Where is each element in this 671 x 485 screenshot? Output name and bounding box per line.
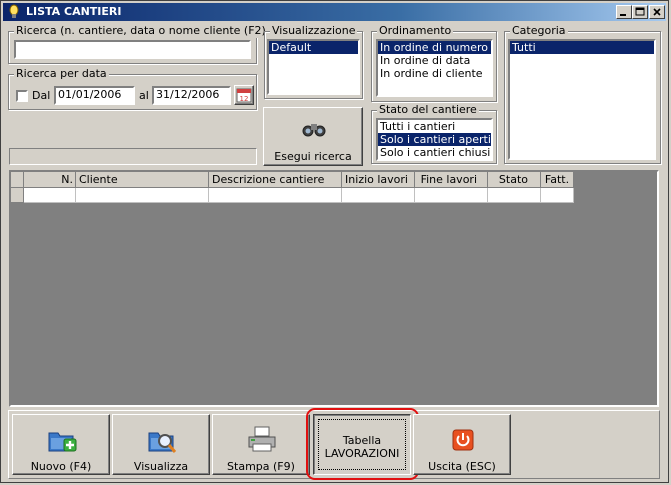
state-list[interactable]: Tutti i cantieri Solo i cantieri aperti … bbox=[376, 118, 493, 161]
exit-button-label: Uscita (ESC) bbox=[428, 460, 496, 473]
category-item[interactable]: Tutti bbox=[510, 41, 654, 54]
category-list[interactable]: Tutti bbox=[508, 39, 656, 160]
power-icon bbox=[452, 429, 474, 451]
main-window: LISTA CANTIERI Ricerca (n. cantiere, dat… bbox=[0, 0, 669, 483]
close-button[interactable] bbox=[649, 5, 665, 19]
lavorazioni-line2: LAVORAZIONI bbox=[324, 447, 400, 460]
table-cell[interactable] bbox=[342, 188, 415, 203]
category-legend: Categoria bbox=[510, 24, 568, 38]
row-selector[interactable] bbox=[11, 188, 24, 203]
state-legend: Stato del cantiere bbox=[377, 103, 479, 117]
date-from-field[interactable]: 01/01/2006 bbox=[54, 86, 135, 105]
maximize-button[interactable] bbox=[632, 5, 648, 19]
run-search-button[interactable]: Esegui ricerca bbox=[263, 107, 363, 166]
view-legend: Visualizzazione bbox=[270, 24, 358, 38]
al-label: al bbox=[139, 89, 149, 102]
order-item[interactable]: In ordine di numero bbox=[378, 41, 491, 54]
table-cell[interactable] bbox=[415, 188, 488, 203]
lavorazioni-table-button[interactable]: Tabella LAVORAZIONI bbox=[313, 414, 411, 475]
calendar-number: 12 bbox=[240, 95, 249, 103]
column-header-inizio[interactable]: Inizio lavori bbox=[342, 172, 415, 188]
calendar-icon: 12 bbox=[236, 88, 252, 103]
print-button-label: Stampa (F9) bbox=[227, 460, 295, 473]
lavorazioni-line1: Tabella bbox=[342, 434, 382, 447]
column-header-n[interactable]: N. bbox=[24, 172, 76, 188]
binoculars-icon bbox=[302, 124, 326, 137]
calendar-button[interactable]: 12 bbox=[234, 85, 254, 105]
table-cell[interactable] bbox=[76, 188, 209, 203]
close-icon bbox=[653, 8, 661, 16]
column-header-stato[interactable]: Stato bbox=[488, 172, 541, 188]
state-item[interactable]: Tutti i cantieri bbox=[378, 120, 491, 133]
date-to-field[interactable]: 31/12/2006 bbox=[152, 86, 231, 105]
view-item[interactable]: Default bbox=[269, 41, 358, 54]
table-cell[interactable] bbox=[24, 188, 76, 203]
column-header-cliente[interactable]: Cliente bbox=[76, 172, 209, 188]
search-input[interactable] bbox=[14, 40, 251, 59]
minimize-button[interactable] bbox=[616, 5, 632, 19]
table-cell[interactable] bbox=[209, 188, 342, 203]
cantieri-table[interactable]: N. Cliente Descrizione cantiere Inizio l… bbox=[9, 170, 659, 407]
exit-button[interactable]: Uscita (ESC) bbox=[413, 414, 511, 475]
state-item[interactable]: Solo i cantieri aperti bbox=[378, 133, 491, 146]
maximize-icon bbox=[635, 7, 645, 16]
row-selector-header bbox=[11, 172, 24, 188]
print-button[interactable]: Stampa (F9) bbox=[212, 414, 310, 475]
new-button[interactable]: Nuovo (F4) bbox=[12, 414, 110, 475]
status-strip bbox=[9, 148, 257, 165]
order-legend: Ordinamento bbox=[377, 24, 454, 38]
state-item[interactable]: Solo i cantieri chiusi bbox=[378, 146, 491, 159]
title-bar: LISTA CANTIERI bbox=[3, 3, 666, 21]
table-cell[interactable] bbox=[541, 188, 574, 203]
date-filter-checkbox[interactable] bbox=[16, 90, 28, 102]
search-folder-icon bbox=[148, 432, 177, 453]
column-header-descrizione[interactable]: Descrizione cantiere bbox=[209, 172, 342, 188]
run-search-label: Esegui ricerca bbox=[274, 150, 352, 163]
minimize-icon bbox=[620, 14, 626, 16]
new-button-label: Nuovo (F4) bbox=[30, 460, 92, 473]
window-title: LISTA CANTIERI bbox=[26, 5, 122, 18]
date-search-legend: Ricerca per data bbox=[14, 67, 109, 81]
order-list[interactable]: In ordine di numero In ordine di data In… bbox=[376, 39, 493, 97]
search-legend: Ricerca (n. cantiere, data o nome client… bbox=[14, 24, 268, 38]
view-list[interactable]: Default bbox=[267, 39, 360, 95]
order-item[interactable]: In ordine di cliente bbox=[378, 67, 491, 80]
add-folder-icon bbox=[48, 432, 77, 452]
order-item[interactable]: In ordine di data bbox=[378, 54, 491, 67]
printer-icon bbox=[248, 426, 276, 452]
column-header-fine[interactable]: Fine lavori bbox=[415, 172, 488, 188]
app-icon bbox=[9, 4, 19, 18]
table-cell[interactable] bbox=[488, 188, 541, 203]
view-button-label: Visualizza bbox=[133, 460, 189, 473]
column-header-fatt[interactable]: Fatt. bbox=[541, 172, 574, 188]
dal-label: Dal bbox=[32, 89, 51, 102]
view-button[interactable]: Visualizza bbox=[112, 414, 210, 475]
